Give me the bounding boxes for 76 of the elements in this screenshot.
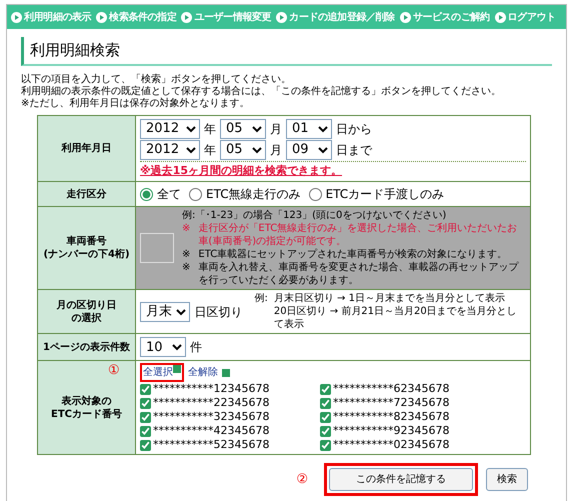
cutoff-select[interactable]: 月末 <box>140 302 190 322</box>
play-circle-icon <box>96 12 108 22</box>
field-label: 月の区切り日 の選択 <box>38 290 136 334</box>
note-text: ETC車載器にセットアップされた車両番号が検索の対象になります。 <box>198 248 508 261</box>
unit-label: 月 <box>270 142 282 158</box>
note-mark: ※ <box>182 222 190 236</box>
intro-text: 利用明細の表示条件の既定値として保存する場合には、「この条件を記憶する」ボタンを押してください。 <box>21 86 502 98</box>
checkbox[interactable] <box>140 384 151 394</box>
card-number: ***********72345678 <box>333 396 450 410</box>
field-label: 走行区分 <box>38 182 136 206</box>
checkbox[interactable] <box>140 440 151 450</box>
text-link[interactable]: 全選択 <box>143 365 173 380</box>
note-text: 走行区分が「ETC無線走行のみ」を選択した場合、ご利用いただいたお車(車両番号)の指定が可能です。 <box>198 222 518 248</box>
day-select[interactable]: 09 <box>286 140 332 160</box>
checkbox[interactable] <box>320 440 331 450</box>
year-select[interactable]: 2012 <box>140 118 200 138</box>
checkbox[interactable] <box>320 398 331 408</box>
intro-text: 以下の項目を入力して、「検索」ボタンを押してください。 <box>21 74 292 86</box>
field-label: 車両番号 (ナンバーの下4桁) <box>38 206 136 290</box>
radio-button[interactable] <box>140 188 153 200</box>
date-range-note: ※過去15ヶ月間の明細を検索できます。 <box>140 160 526 179</box>
card-number: ***********12345678 <box>153 382 270 396</box>
field-label: 利用年月日 <box>38 115 136 182</box>
annotation-number: ② <box>296 470 308 489</box>
play-circle-icon <box>494 12 506 22</box>
search-button[interactable]: 検索 <box>486 468 528 491</box>
save-conditions-button[interactable]: この条件を記憶する <box>329 468 473 491</box>
note-text: 車両を入れ替え、車両番号を変更された場合、車載器の再セットアップを行っていただく必要があります。 <box>198 261 520 287</box>
example-text: 例:「･1-23」の場合「123」(頭に0をつけないでください) <box>182 209 448 222</box>
external-link-icon <box>173 365 181 373</box>
month-select[interactable]: 05 <box>220 118 266 138</box>
option-label: ETC無線走行のみ <box>206 186 301 203</box>
checkbox[interactable] <box>140 412 151 422</box>
card-number: ***********52345678 <box>153 438 270 452</box>
checkbox[interactable] <box>320 384 331 394</box>
unit-label: 年 <box>204 120 216 138</box>
unit-label: 日まで <box>336 142 372 158</box>
radio-button[interactable] <box>189 188 202 200</box>
play-circle-icon <box>11 12 22 22</box>
card-number: ***********62345678 <box>333 382 450 396</box>
field-label: 1ページの表示件数 <box>38 334 136 360</box>
unit-label: 日から <box>336 120 372 138</box>
unit-label: 月 <box>270 120 282 138</box>
option-label: 全て <box>157 186 181 203</box>
per-page-select[interactable]: 10 <box>140 337 186 357</box>
checkbox[interactable] <box>140 426 151 436</box>
play-circle-icon <box>400 12 411 22</box>
year-select[interactable]: 2012 <box>140 140 200 160</box>
card-number: ***********42345678 <box>153 424 270 438</box>
example-label: 例: <box>254 292 268 305</box>
checkbox[interactable] <box>320 412 331 422</box>
note-mark: ※ <box>182 261 190 275</box>
example-text: 20日区切り → 前月21日～当月20日までを当月分として表示 <box>274 305 518 331</box>
unit-label: 日区切り <box>194 304 242 320</box>
option-label: ETCカード手渡しのみ <box>326 186 444 203</box>
annotation-number: ① <box>108 362 120 380</box>
unit-label: 年 <box>204 142 216 158</box>
card-number: ***********82345678 <box>333 410 450 424</box>
card-number: ***********92345678 <box>333 424 450 438</box>
card-number: ***********02345678 <box>333 438 450 452</box>
note-mark: ※ <box>182 248 190 261</box>
page-title: 利用明細検索 <box>21 37 552 66</box>
radio-button[interactable] <box>308 188 322 200</box>
text-link[interactable]: 全解除 <box>188 365 218 380</box>
intro-text: ※ただし、利用年月日は保存の対象外となります。 <box>21 98 250 110</box>
checkbox[interactable] <box>320 426 331 436</box>
external-link-icon <box>222 368 230 376</box>
example-text: 月末日区切り → 1日～月末までを当月分として表示 <box>274 292 506 305</box>
unit-label: 件 <box>190 339 202 356</box>
play-circle-icon <box>181 12 192 22</box>
card-number: ***********22345678 <box>153 396 270 410</box>
month-select[interactable]: 05 <box>220 140 266 160</box>
checkbox[interactable] <box>140 398 151 408</box>
card-number: ***********32345678 <box>153 410 270 424</box>
play-circle-icon <box>276 12 288 22</box>
day-select[interactable]: 01 <box>286 118 332 138</box>
